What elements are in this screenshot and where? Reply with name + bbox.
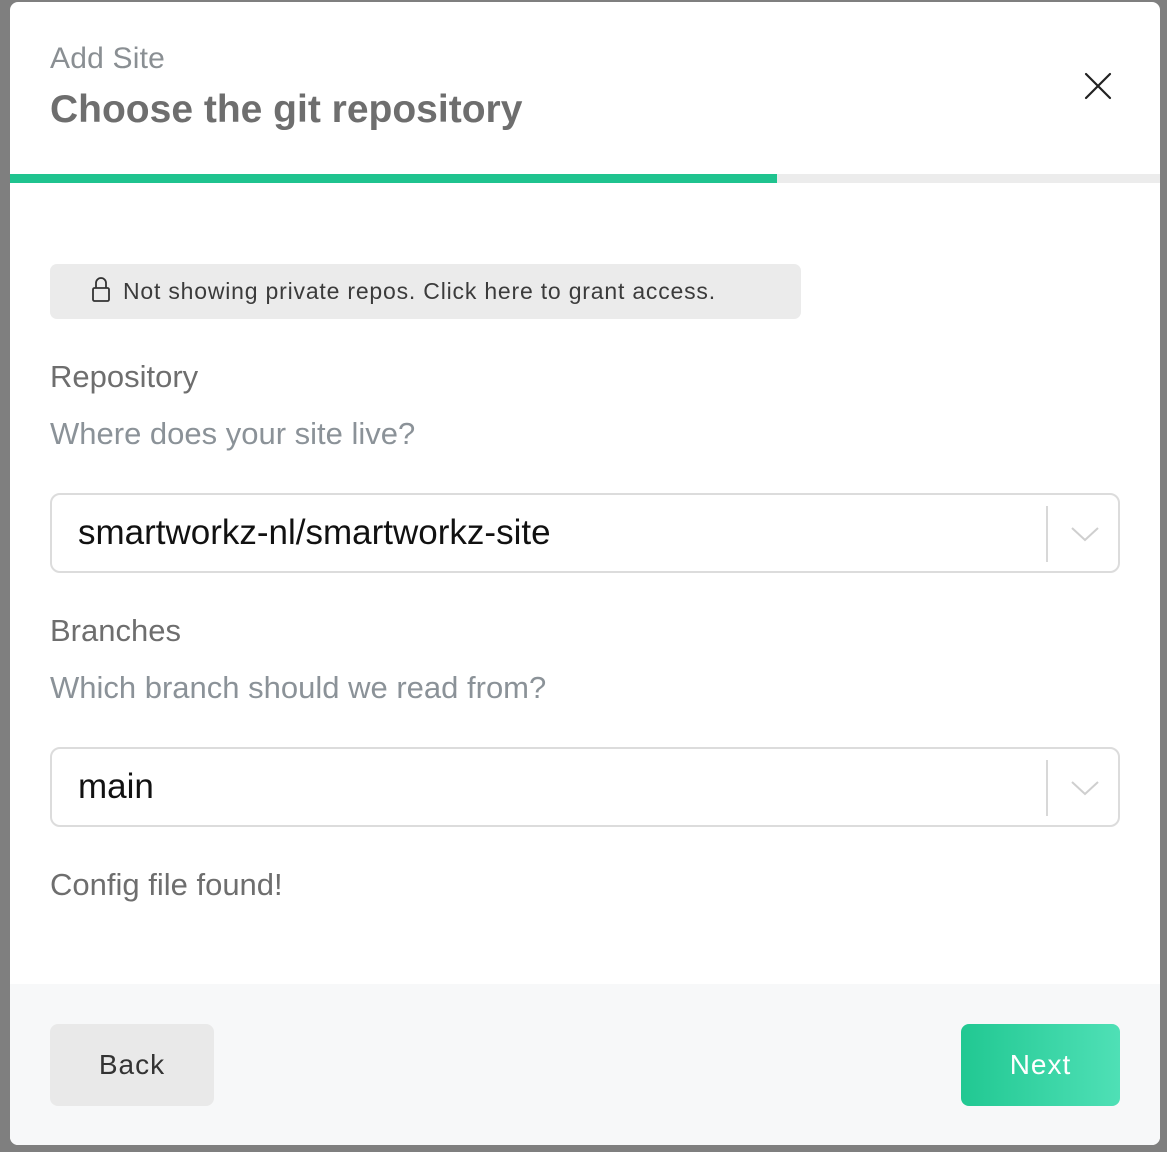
next-button[interactable]: Next: [961, 1024, 1120, 1106]
repository-select-value: smartworkz-nl/smartworkz-site: [78, 513, 551, 552]
modal-kicker: Add Site: [50, 42, 166, 75]
grant-access-notice[interactable]: Not showing private repos. Click here to…: [50, 264, 801, 319]
select-divider: [1046, 760, 1048, 816]
chevron-down-icon[interactable]: [1068, 773, 1102, 803]
select-divider: [1046, 506, 1048, 562]
grant-access-text: Not showing private repos. Click here to…: [123, 278, 716, 304]
branches-label: Branches: [50, 613, 181, 648]
config-status-text: Config file found!: [50, 867, 283, 902]
repository-description: Where does your site live?: [50, 416, 416, 451]
branch-select[interactable]: main: [50, 747, 1120, 827]
back-button[interactable]: Back: [50, 1024, 214, 1106]
add-site-modal: Add Site Choose the git repository Not s…: [10, 2, 1160, 1145]
modal-footer: Back Next: [10, 984, 1160, 1145]
repository-select[interactable]: smartworkz-nl/smartworkz-site: [50, 493, 1120, 573]
chevron-down-icon[interactable]: [1068, 519, 1102, 549]
lock-icon: [92, 277, 110, 302]
progress-bar-fill: [10, 174, 778, 183]
progress-bar: [10, 174, 1160, 183]
modal-title: Choose the git repository: [50, 88, 523, 131]
close-icon: [1084, 72, 1112, 100]
branch-select-value: main: [78, 767, 154, 806]
branches-description: Which branch should we read from?: [50, 670, 547, 705]
close-button[interactable]: [1078, 66, 1118, 106]
modal-header: Add Site Choose the git repository: [10, 2, 1160, 174]
repository-label: Repository: [50, 359, 199, 394]
